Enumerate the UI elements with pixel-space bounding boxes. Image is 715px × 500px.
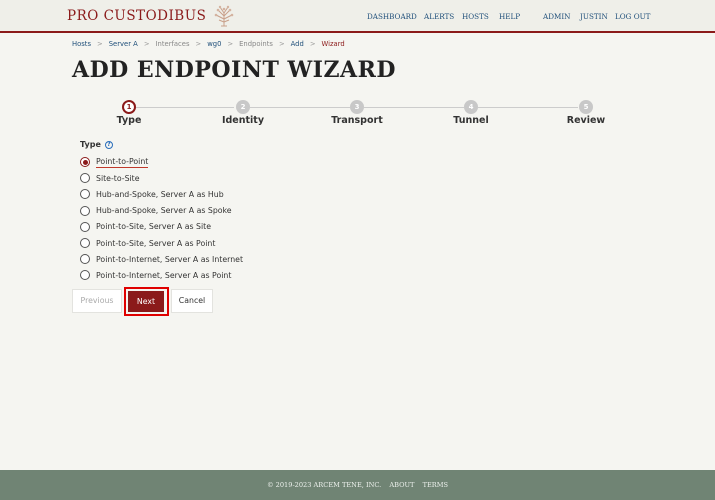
page-title: ADD ENDPOINT WIZARD	[72, 57, 396, 83]
breadcrumb-server-a[interactable]: Server A	[109, 40, 138, 48]
radio-label[interactable]: Point-to-Site, Server A as Site	[96, 222, 211, 231]
nav-admin[interactable]: ADMIN	[543, 12, 570, 21]
step-number: 5	[579, 100, 593, 114]
wizard-stepper: 1 Type 2 Identity 3 Transport 4 Tunnel 5…	[0, 100, 715, 130]
help-icon[interactable]: ?	[104, 141, 113, 149]
step-number: 1	[122, 100, 136, 114]
step-review[interactable]: 5 Review	[546, 100, 626, 126]
next-button-highlight: Next	[124, 287, 169, 316]
step-label: Transport	[331, 115, 383, 126]
radio-label[interactable]: Point-to-Internet, Server A as Point	[96, 271, 231, 280]
radio-button[interactable]	[80, 173, 90, 184]
type-label-text: Type	[80, 140, 101, 149]
breadcrumb-add[interactable]: Add	[291, 40, 304, 48]
breadcrumb-wg0[interactable]: wg0	[207, 40, 221, 48]
footer-terms-link[interactable]: TERMS	[423, 481, 448, 489]
radio-option-point-to-internet-internet[interactable]: Point-to-Internet, Server A as Internet	[80, 251, 243, 267]
breadcrumb-endpoints: Endpoints	[239, 40, 273, 48]
radio-button[interactable]	[80, 157, 90, 168]
radio-label[interactable]: Point-to-Point	[96, 157, 149, 168]
radio-option-point-to-site-point[interactable]: Point-to-Site, Server A as Point	[80, 235, 243, 251]
radio-option-hub-and-spoke-hub[interactable]: Hub-and-Spoke, Server A as Hub	[80, 186, 243, 202]
breadcrumb-separator: >	[97, 40, 103, 48]
radio-button[interactable]	[80, 270, 90, 281]
step-tunnel[interactable]: 4 Tunnel	[431, 100, 511, 126]
step-label: Identity	[221, 115, 265, 126]
radio-option-point-to-point[interactable]: Point-to-Point	[80, 154, 243, 170]
breadcrumb-hosts[interactable]: Hosts	[72, 40, 91, 48]
breadcrumb-separator: >	[309, 40, 316, 48]
type-radio-group: Point-to-Point Site-to-Site Hub-and-Spok…	[80, 154, 243, 284]
footer-copyright: © 2019-2023 ARCEM TENE, INC.	[266, 481, 382, 489]
previous-button[interactable]: Previous	[72, 289, 122, 313]
radio-button[interactable]	[80, 238, 90, 249]
step-type[interactable]: 1 Type	[89, 100, 169, 126]
type-field-label: Type?	[80, 140, 113, 149]
step-number: 3	[350, 100, 364, 114]
footer-about-link[interactable]: ABOUT	[389, 481, 414, 489]
breadcrumb-separator: >	[143, 40, 150, 48]
step-label: Review	[566, 115, 606, 126]
radio-option-point-to-internet-point[interactable]: Point-to-Internet, Server A as Point	[80, 267, 243, 283]
step-identity[interactable]: 2 Identity	[203, 100, 283, 126]
nav-help[interactable]: HELP	[499, 12, 520, 21]
radio-button[interactable]	[80, 189, 90, 200]
nav-user-justin[interactable]: JUSTIN	[580, 12, 608, 21]
radio-label[interactable]: Hub-and-Spoke, Server A as Hub	[96, 190, 224, 199]
step-label: Tunnel	[453, 115, 489, 126]
breadcrumb-separator: >	[195, 40, 202, 48]
step-number: 4	[464, 100, 478, 114]
step-transport[interactable]: 3 Transport	[317, 100, 397, 126]
radio-option-site-to-site[interactable]: Site-to-Site	[80, 170, 243, 186]
radio-label[interactable]: Hub-and-Spoke, Server A as Spoke	[96, 206, 232, 215]
radio-label[interactable]: Point-to-Site, Server A as Point	[96, 239, 215, 248]
radio-button[interactable]	[80, 205, 90, 216]
nav-log-out[interactable]: LOG OUT	[615, 12, 650, 21]
breadcrumb-separator: >	[227, 40, 234, 48]
radio-option-point-to-site-site[interactable]: Point-to-Site, Server A as Site	[80, 219, 243, 235]
radio-button[interactable]	[80, 254, 90, 265]
breadcrumb-interfaces: Interfaces	[155, 40, 190, 48]
cancel-button[interactable]: Cancel	[171, 289, 213, 313]
radio-label[interactable]: Site-to-Site	[96, 174, 140, 183]
top-header: PRO CUSTODIBUS DASHBOARD ALERTS HOSTS HE…	[0, 0, 715, 33]
page-footer: © 2019-2023 ARCEM TENE, INC. ABOUT TERMS	[0, 470, 715, 500]
nav-dashboard[interactable]: DASHBOARD	[367, 12, 417, 21]
radio-label[interactable]: Point-to-Internet, Server A as Internet	[96, 255, 243, 264]
breadcrumb-wizard: Wizard	[321, 40, 345, 48]
breadcrumb: Hosts > Server A > Interfaces > wg0 > Endpoints >…	[72, 40, 345, 48]
nav-hosts[interactable]: HOSTS	[462, 12, 489, 21]
step-label: Type	[116, 115, 142, 126]
step-number: 2	[236, 100, 250, 114]
radio-button[interactable]	[80, 221, 90, 232]
breadcrumb-separator: >	[278, 40, 285, 48]
next-button[interactable]: Next	[128, 291, 164, 312]
main-nav: DASHBOARD ALERTS HOSTS HELP ADMIN JUSTIN…	[0, 12, 715, 24]
radio-option-hub-and-spoke-spoke[interactable]: Hub-and-Spoke, Server A as Spoke	[80, 203, 243, 219]
nav-alerts[interactable]: ALERTS	[424, 12, 454, 21]
